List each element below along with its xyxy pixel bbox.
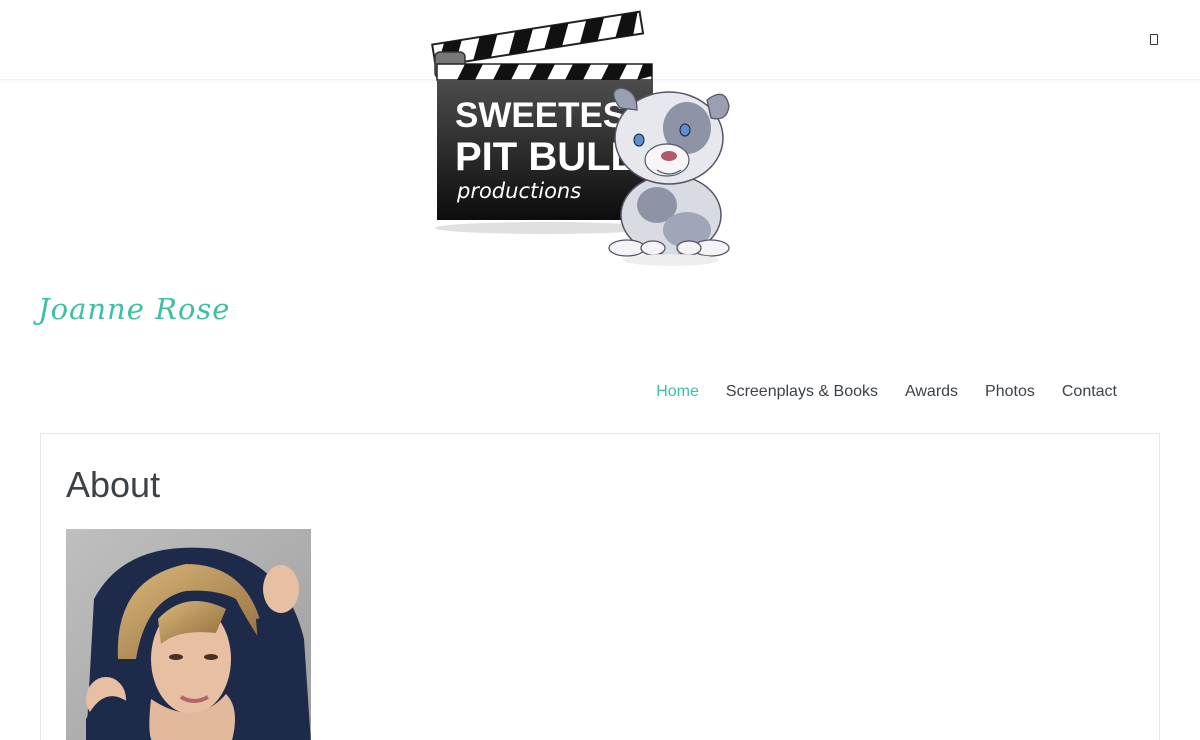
logo-line-3: productions: [456, 179, 581, 203]
nav-item-awards[interactable]: Awards: [905, 382, 958, 402]
page-title: About: [66, 464, 161, 505]
nav-item-contact[interactable]: Contact: [1062, 382, 1117, 402]
site-title-link[interactable]: Joanne Rose: [38, 292, 230, 326]
site-logo[interactable]: SWEETEST PIT BULL productions: [425, 10, 740, 275]
profile-photo: [66, 529, 311, 740]
content-card: About: [40, 433, 1160, 740]
nav-item-photos[interactable]: Photos: [985, 382, 1035, 402]
main-navigation: Home Screenplays & Books Awards Photos C…: [656, 382, 1117, 402]
nav-item-home[interactable]: Home: [656, 382, 699, 402]
logo-line-2: PIT BULL: [455, 135, 635, 179]
menu-toggle-icon[interactable]: [1148, 31, 1160, 47]
nav-item-screenplays-books[interactable]: Screenplays & Books: [726, 382, 878, 402]
